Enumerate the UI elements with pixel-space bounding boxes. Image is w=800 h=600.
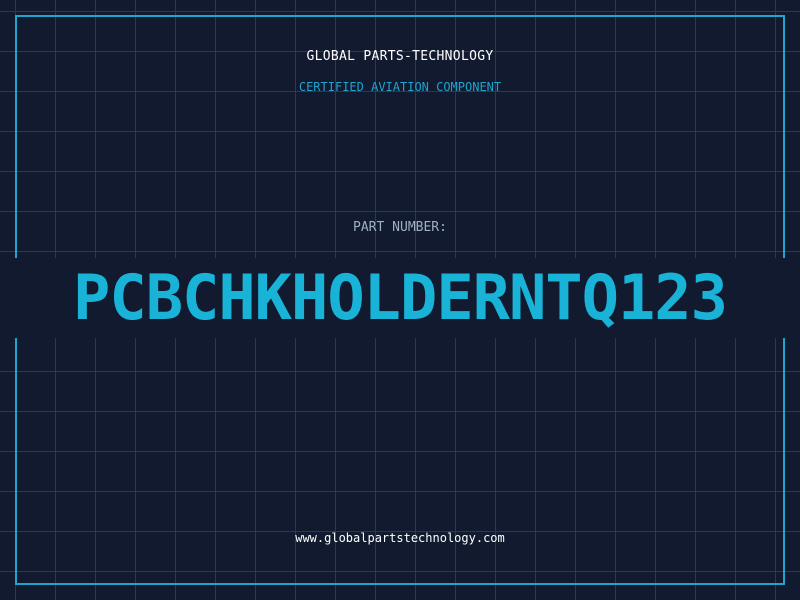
part-number-band: PCBCHKHOLDERNTQ123 [0,258,800,338]
certification-subtitle: CERTIFIED AVIATION COMPONENT [298,80,502,94]
part-number-value: PCBCHKHOLDERNTQ123 [73,261,728,334]
part-number-label: PART NUMBER: [353,220,447,235]
company-name: GLOBAL PARTS-TECHNOLOGY [306,49,494,64]
label-canvas: GLOBAL PARTS-TECHNOLOGY CERTIFIED AVIATI… [0,0,800,600]
website-url: www.globalpartstechnology.com [295,531,505,545]
